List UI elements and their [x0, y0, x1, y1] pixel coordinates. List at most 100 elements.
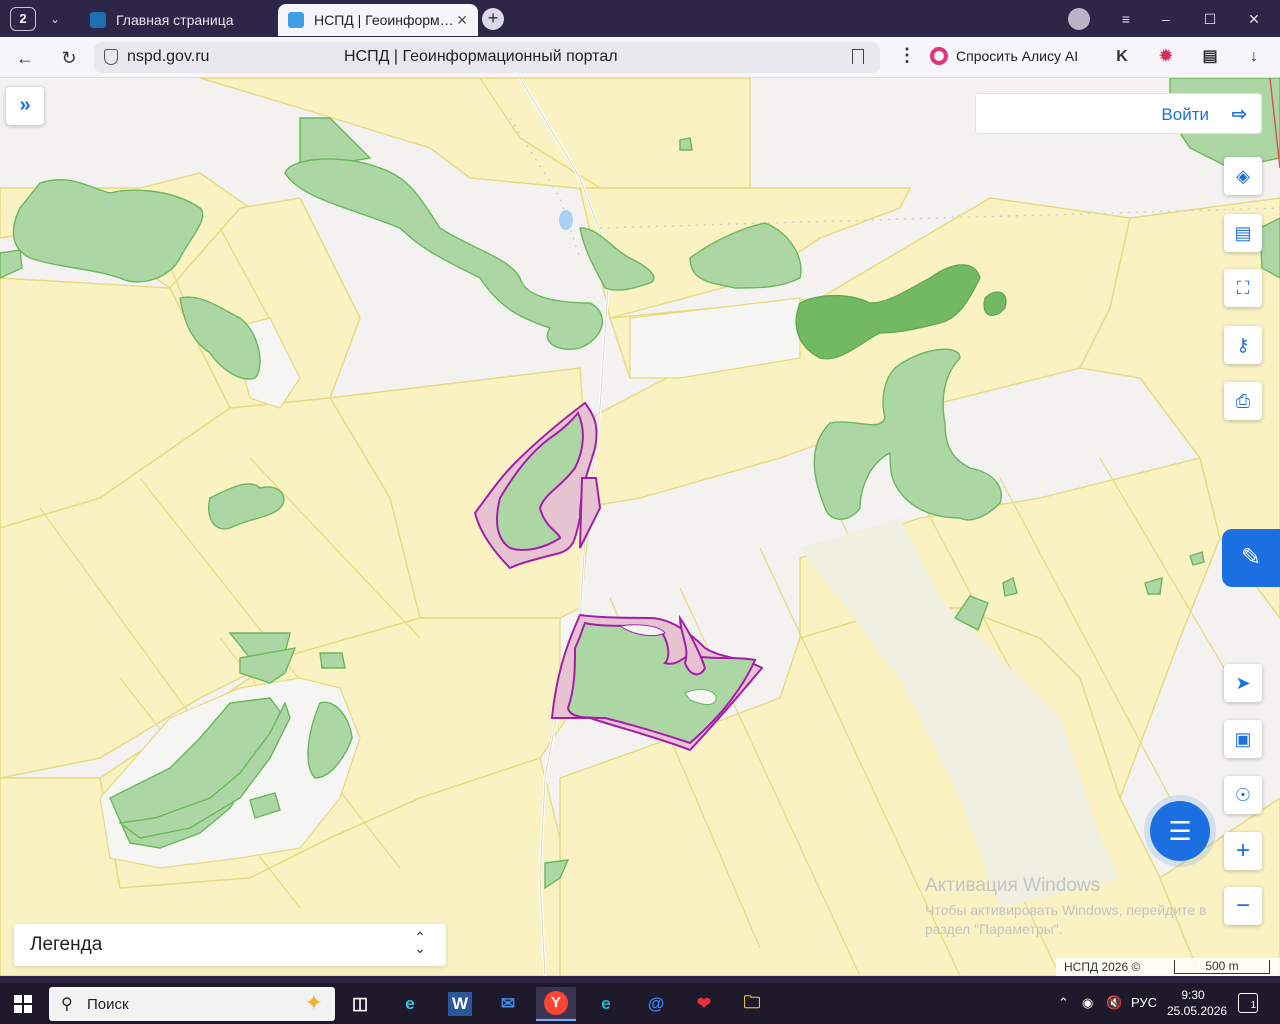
alice-label: Спросить Алису AI [956, 48, 1079, 64]
windows-start-icon[interactable] [14, 995, 32, 1013]
share-icon: ⚷ [1236, 334, 1250, 355]
more-icon[interactable]: ⋮ [898, 45, 916, 66]
locate-icon: ➤ [1235, 672, 1251, 693]
picture-in-picture-button[interactable]: ▣ [1224, 720, 1262, 758]
url-domain: nspd.gov.ru [127, 48, 210, 65]
watermark-text: Чтобы активировать Windows, перейдите в … [925, 902, 1207, 937]
assistant-tab[interactable]: ✎ [1222, 529, 1280, 587]
print-button[interactable]: ⎙ [1224, 382, 1262, 420]
tab-nspd[interactable]: НСПД | Геоинформаци ✕ [278, 4, 478, 36]
language-indicator[interactable]: РУС [1131, 995, 1157, 1010]
forest-area [0, 249, 23, 279]
share-button[interactable]: ⚷ [1224, 326, 1262, 364]
volume-muted-icon[interactable]: 🔇 [1106, 995, 1122, 1011]
notification-count: 1 [1250, 1000, 1256, 1011]
reload-icon[interactable]: ↻ [56, 45, 82, 71]
zoom-in-button[interactable]: + [1224, 832, 1262, 870]
expand-panel-button[interactable]: » [6, 87, 44, 125]
zoom-out-icon: − [1235, 892, 1250, 919]
gov-emblem-icon [90, 12, 106, 28]
tab-count-badge[interactable]: 2 [10, 7, 36, 31]
tab-label: Главная страница [116, 12, 234, 28]
camera-icon[interactable]: ◉ [1082, 995, 1093, 1011]
notifications-icon[interactable]: 1 [1238, 993, 1258, 1013]
map-layer [0, 78, 1280, 976]
nspd-logo-icon [288, 12, 304, 28]
download-icon[interactable]: ↓ [1244, 47, 1264, 67]
map-attribution: НСПД 2026 © 500 m [1056, 958, 1280, 976]
close-icon[interactable]: ✕ [456, 12, 468, 29]
map-canvas[interactable]: » Войти ⇨ ◈ ▤ ⛶ ⚷ ⎙ ✎ ➤ ▣ ☉ + − ☰ Легенд… [0, 78, 1280, 976]
heart-app-icon[interactable]: ❤ [684, 987, 724, 1021]
menu-icon[interactable]: ≡ [1112, 6, 1140, 32]
search-location-icon: ☉ [1234, 784, 1252, 805]
system-clock[interactable]: 9:30 25.05.2026 [1167, 987, 1228, 1019]
tab-label: НСПД | Геоинформаци [314, 12, 457, 28]
new-tab-button[interactable]: + [482, 8, 504, 30]
yandex-browser-icon[interactable]: Y [536, 987, 576, 1021]
locate-button[interactable]: ➤ [1224, 664, 1262, 702]
extension-badge-icon[interactable]: ✹ [1156, 47, 1176, 67]
chevron-down-icon[interactable]: ⌄ [44, 8, 66, 30]
legend-panel[interactable]: Легенда ⌃ ⌄ [14, 924, 446, 966]
forest-area [679, 137, 693, 151]
clock-date: 25.05.2026 [1167, 1004, 1228, 1018]
chat-button[interactable]: ☰ [1150, 801, 1210, 861]
select-area-icon: ⛶ [1236, 277, 1250, 298]
task-view-icon[interactable]: ◫ [340, 987, 380, 1021]
url-page-title: НСПД | Геоинформационный портал [344, 48, 618, 65]
assistant-icon: ✎ [1240, 544, 1262, 571]
reader-icon[interactable]: ▤ [1200, 47, 1220, 67]
watermark-title: Активация Windows [925, 875, 1101, 896]
login-button[interactable]: Войти ⇨ [975, 93, 1262, 134]
print-icon: ⎙ [1235, 390, 1251, 411]
shield-icon [104, 49, 118, 65]
expand-toggle-icon: ⌃ ⌄ [414, 929, 426, 956]
copilot-sparkle-icon: ✦ [304, 990, 323, 1015]
forest-area [1259, 217, 1280, 279]
search-location-button[interactable]: ☉ [1224, 776, 1262, 814]
ruler-icon: ▤ [1234, 222, 1252, 243]
word-icon[interactable]: W [448, 992, 472, 1016]
mail-icon[interactable]: @ [636, 987, 676, 1021]
url-field[interactable]: nspd.gov.ru НСПД | Геоинформационный пор… [94, 42, 880, 73]
maximize-icon[interactable]: ☐ [1196, 6, 1224, 32]
windows-taskbar: ⚲ Поиск ✦ ◫ e W ✉ Y e @ ❤ 🗀 ⌃ ◉ 🔇 РУС 9:… [0, 983, 1280, 1024]
outlook-icon[interactable]: ✉ [488, 987, 528, 1021]
alice-icon [930, 47, 948, 65]
taskbar-search-label: Поиск [87, 996, 129, 1013]
back-icon[interactable]: ← [12, 45, 38, 71]
layers-button[interactable]: ◈ [1224, 157, 1262, 195]
pond [559, 210, 573, 230]
address-bar: ← ↻ nspd.gov.ru НСПД | Геоинформационный… [0, 37, 1280, 78]
show-hidden-icons[interactable]: ⌃ [1058, 995, 1069, 1011]
chat-icon: ☰ [1168, 816, 1192, 846]
select-area-button[interactable]: ⛶ [1224, 269, 1262, 307]
forest-area [319, 652, 346, 669]
kinopoisk-extension-icon[interactable]: K [1112, 47, 1132, 67]
login-label: Войти [1161, 105, 1209, 124]
tab-home[interactable]: Главная страница [80, 4, 280, 36]
layers-icon: ◈ [1236, 165, 1250, 186]
profile-avatar[interactable] [1068, 8, 1090, 30]
zoom-in-icon: + [1235, 837, 1250, 864]
legend-label: Легенда [30, 934, 103, 955]
windows-activation-watermark: Активация Windows Чтобы активировать Win… [925, 875, 1235, 939]
login-icon: ⇨ [1231, 104, 1247, 124]
ruler-button[interactable]: ▤ [1224, 214, 1262, 252]
attribution-text: НСПД 2026 © [1064, 960, 1141, 974]
search-icon: ⚲ [61, 996, 73, 1013]
taskbar-search[interactable]: ⚲ Поиск ✦ [49, 987, 335, 1021]
selected-parcel [579, 477, 602, 549]
browser-titlebar: 2 ⌄ Главная страница НСПД | Геоинформаци… [0, 0, 1280, 37]
alice-button[interactable]: Спросить Алису AI [930, 47, 1078, 65]
edge-icon[interactable]: e [390, 987, 430, 1021]
close-window-icon[interactable]: ✕ [1240, 6, 1268, 32]
bookmark-icon[interactable] [852, 49, 864, 64]
picture-in-picture-icon: ▣ [1234, 728, 1252, 749]
scale-bar: 500 m [1174, 960, 1270, 974]
clock-time: 9:30 [1181, 988, 1205, 1002]
file-explorer-icon[interactable]: 🗀 [732, 987, 772, 1021]
minimize-icon[interactable]: – [1152, 6, 1180, 32]
browser-e-icon[interactable]: e [586, 987, 626, 1021]
